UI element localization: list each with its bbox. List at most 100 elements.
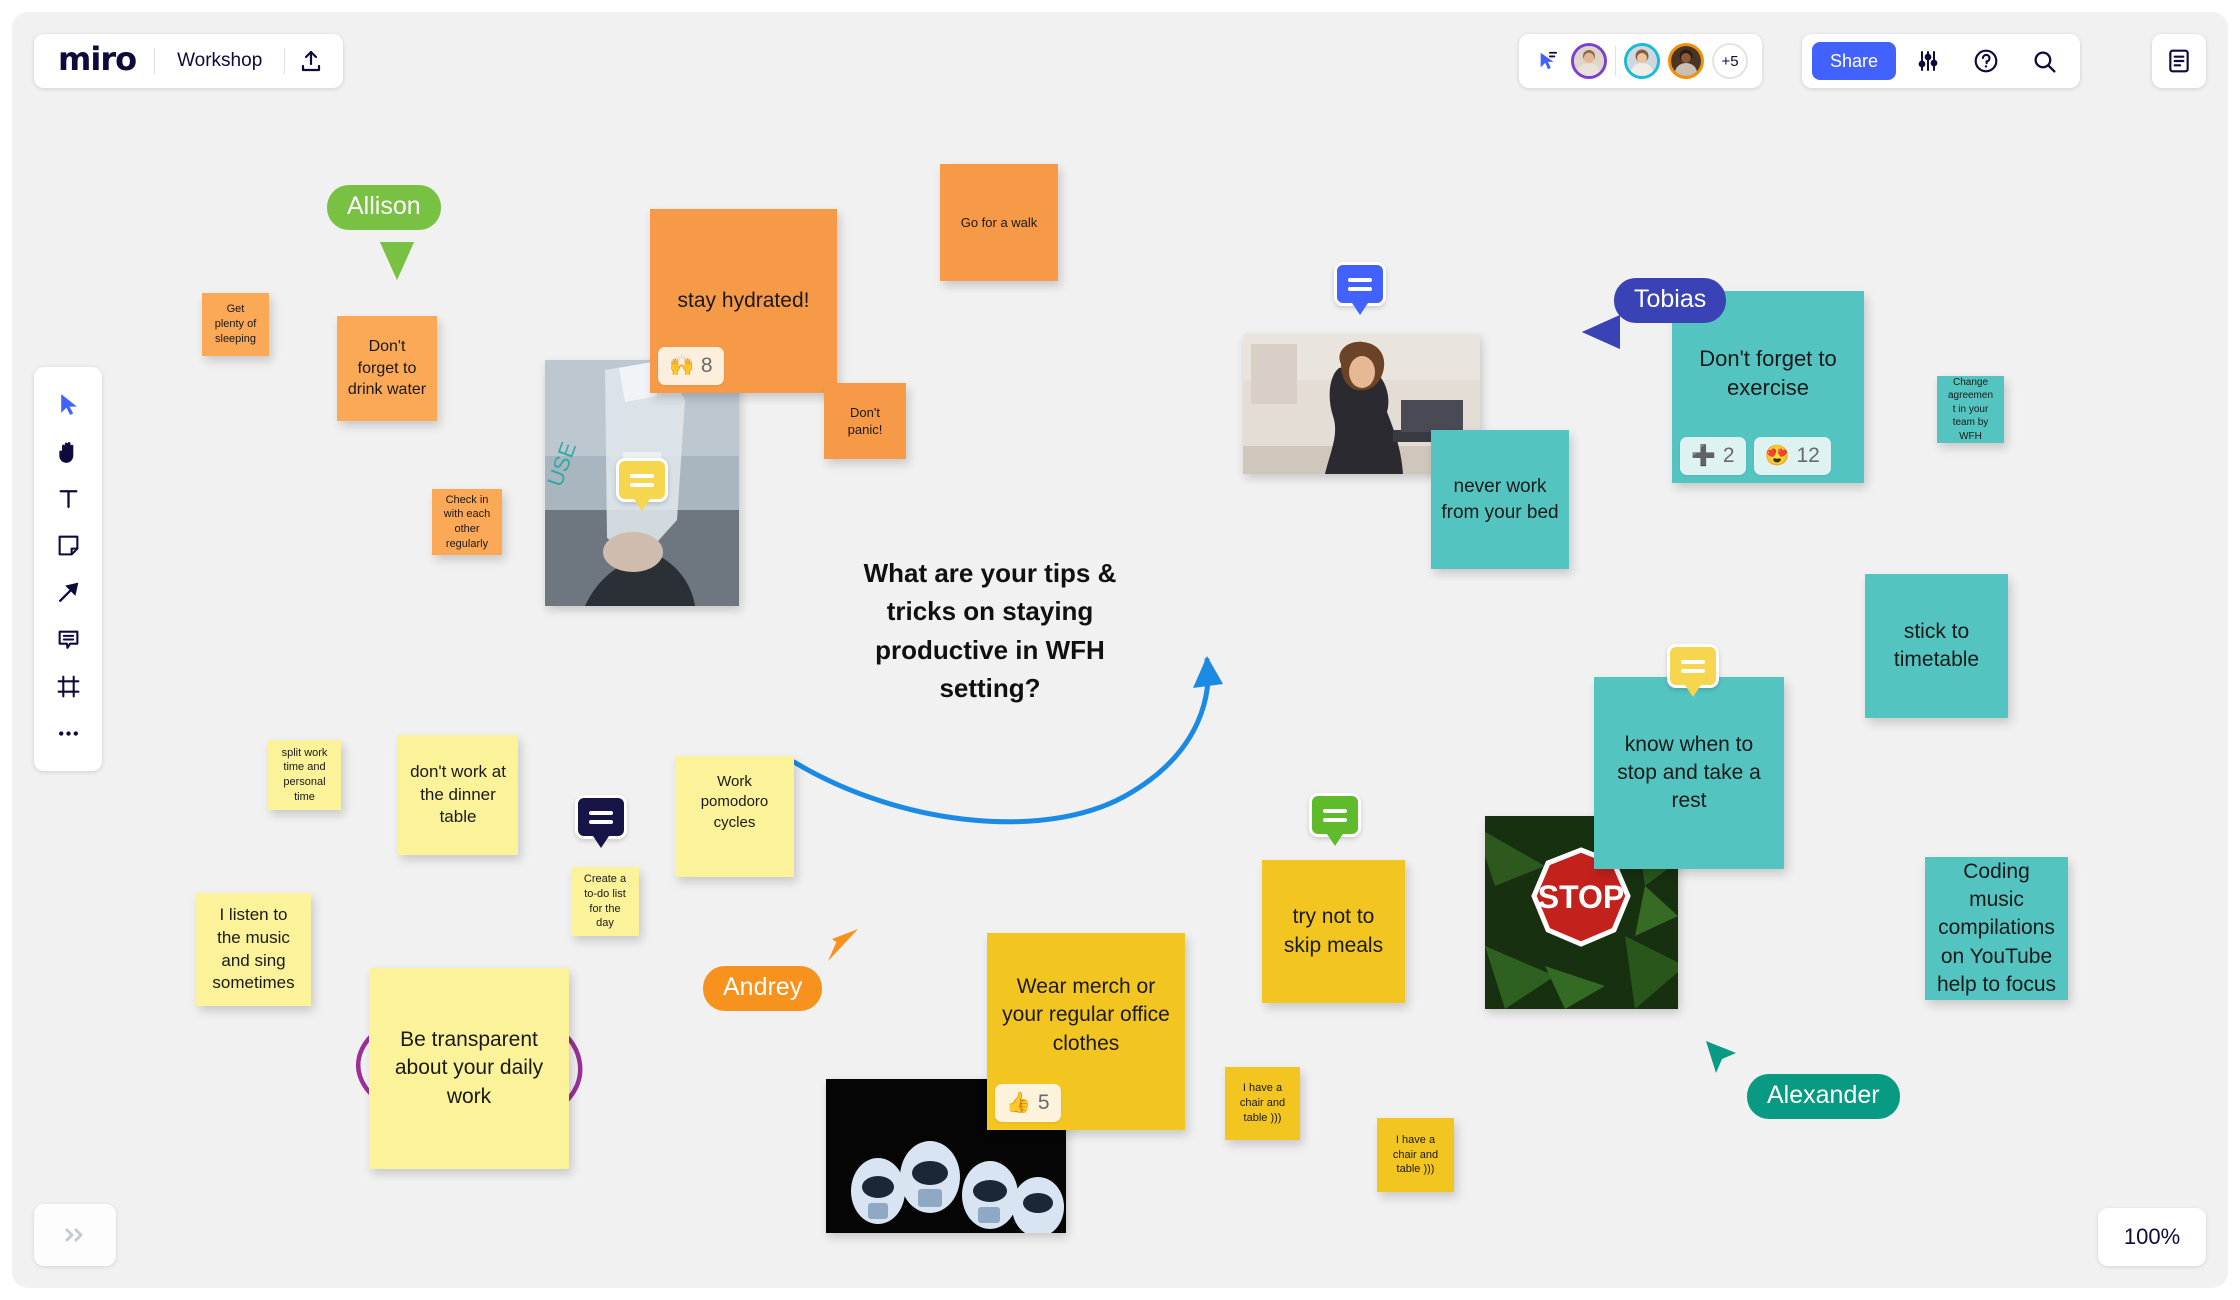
reaction-badge[interactable]: ➕ 2 [1680,436,1746,475]
sticky-note-wear-merch-office-clothes[interactable]: Wear merch or your regular office clothe… [987,933,1185,1130]
zoom-level-indicator[interactable]: 100% [2098,1208,2206,1266]
note-text: I have a chair and table ))) [1239,1082,1286,1124]
sticky-note-i-have-chair-table-1[interactable]: I have a chair and table ))) [1225,1067,1300,1140]
cursor-pointer-andrey [828,929,858,961]
comment-bubble-icon-know-when-stop[interactable] [1667,644,1719,688]
notes-panel-icon[interactable] [2152,34,2206,88]
cursor-name: Alexander [1767,1081,1880,1109]
sticky-note-dont-forget-drink-water[interactable]: Don't forget to drink water [337,316,437,421]
note-text: I listen to the music and sing sometimes [212,904,295,993]
sticky-note-get-plenty-sleeping[interactable]: Get plenty of sleeping [202,293,269,356]
note-text: stick to timetable [1893,619,1980,671]
miro-app: 19 USE [0,0,2240,1300]
stay-hydrated-reactions: 🙌 8 [658,346,724,385]
divider [1615,46,1616,76]
sticky-note-stay-hydrated[interactable]: stay hydrated! 🙌 8 [650,209,837,393]
cursor-label-tobias: Tobias [1614,278,1727,323]
board-actions-panel: Share [1801,34,2080,88]
sticky-note-work-pomodoro-cycles[interactable]: Work pomodoro cycles [675,756,794,877]
note-text: Be transparent about your daily work [394,1028,544,1108]
upload-icon[interactable] [285,35,337,87]
share-button[interactable]: Share [1811,42,1896,80]
help-circle-icon[interactable] [1960,35,2012,87]
comment-bubble-icon-water-image[interactable] [616,458,668,502]
note-text: split work time and personal time [281,746,328,803]
comment-bubble-icon-skip-meals[interactable] [1309,793,1361,837]
sticky-note-stick-to-timetable[interactable]: stick to timetable [1865,574,2008,718]
sticky-note-change-agreement-wfh[interactable]: Change agreement in your team by WFH [1937,376,2004,443]
note-text: Don't forget to exercise [1699,345,1837,400]
reaction-badge[interactable]: 😍 12 [1753,436,1831,475]
heart-eyes-emoji: 😍 [1764,444,1790,467]
page-title: What are your tips & tricks on staying p… [863,558,1117,704]
reaction-count: 2 [1722,443,1735,467]
sticky-note-i-have-chair-table-2[interactable]: I have a chair and table ))) [1377,1118,1454,1192]
dont-forget-exercise-reactions: ➕ 2 😍 12 [1680,436,1831,475]
sticky-note-create-todo-list[interactable]: Create a to-do list for the day [571,867,639,936]
sticky-note-never-work-from-bed[interactable]: never work from your bed [1431,430,1569,569]
sticky-note-split-work-personal-time[interactable]: split work time and personal time [268,740,341,810]
sticky-note-go-for-a-walk[interactable]: Go for a walk [940,164,1058,281]
sticky-note-dont-work-dinner-table[interactable]: don't work at the dinner table [398,735,518,855]
double-chevron-right-icon[interactable] [34,1204,116,1266]
note-text: Get plenty of sleeping [214,303,257,345]
note-text: Don't panic! [847,404,883,437]
cursor-arrow-icon[interactable] [34,381,102,428]
sticky-note-try-not-to-skip-meals[interactable]: try not to skip meals [1262,860,1405,1003]
avatar[interactable] [1571,43,1607,79]
sticky-note-icon[interactable] [34,522,102,569]
note-text: know when to stop and take a rest [1617,732,1761,813]
board-header-left: miro Workshop [34,34,344,88]
text-t-icon[interactable] [34,475,102,522]
comment-bubble-icon[interactable] [34,616,102,663]
cursor-pointer-allison [380,242,414,280]
sticky-note-dont-panic[interactable]: Don't panic! [824,383,906,459]
note-text: I have a chair and table ))) [1392,1133,1439,1176]
miro-logo[interactable]: miro [40,43,154,79]
note-text: try not to skip meals [1283,905,1384,957]
note-text: Check in with each other regularly [443,493,491,550]
note-text: Coding music compilations on YouTube hel… [1936,860,2057,996]
sticky-note-know-when-to-stop[interactable]: know when to stop and take a rest [1594,677,1784,869]
comment-bubble-icon-woman-image[interactable] [1334,262,1386,306]
note-text: Don't forget to drink water [347,338,427,399]
sticky-note-coding-music-youtube[interactable]: Coding music compilations on YouTube hel… [1925,857,2068,1000]
sticky-note-i-listen-to-music[interactable]: I listen to the music and sing sometimes [196,893,311,1006]
note-text: stay hydrated! [677,288,810,312]
tools-panel [34,367,102,771]
sticky-note-be-transparent-daily-work[interactable]: Be transparent about your daily work [369,968,569,1169]
reaction-badge[interactable]: 🙌 8 [658,346,724,385]
collaborators-panel: +5 [1519,34,1762,88]
svg-text:STOP: STOP [1538,879,1625,915]
note-text: don't work at the dinner table [410,761,506,827]
arrow-diagonal-icon[interactable] [34,569,102,616]
comment-bubble-icon-todo-list[interactable] [575,795,627,839]
cursor-name: Tobias [1634,285,1707,313]
zoom-value: 100% [2123,1224,2181,1249]
frame-icon[interactable] [34,663,102,710]
board-canvas[interactable]: 19 USE [12,12,2228,1288]
note-text: Go for a walk [960,214,1038,230]
reaction-badge[interactable]: 👍 5 [995,1083,1061,1122]
thumbs-up-emoji: 👍 [1006,1091,1031,1114]
reaction-count: 5 [1037,1090,1050,1114]
avatar[interactable] [1624,43,1660,79]
reaction-count: 12 [1796,443,1820,467]
reaction-count: 8 [700,353,713,377]
cursor-share-icon[interactable] [1533,50,1563,72]
cursor-pointer-alexander [1706,1041,1736,1073]
sticky-note-check-in-with-each-other[interactable]: Check in with each other regularly [432,489,502,555]
ellipsis-icon[interactable] [34,710,102,757]
cursor-label-alexander: Alexander [1747,1074,1900,1119]
plus-emoji: ➕ [1691,444,1716,467]
search-icon[interactable] [2018,35,2070,87]
cursor-name: Andrey [723,973,803,1001]
cursor-name: Allison [347,192,421,220]
avatar[interactable] [1668,43,1704,79]
note-text: Wear merch or your regular office clothe… [1002,975,1170,1055]
settings-sliders-icon[interactable] [1902,35,1954,87]
wear-merch-reactions: 👍 5 [995,1083,1061,1122]
board-title[interactable]: Workshop [155,50,284,72]
hand-icon[interactable] [34,428,102,475]
avatar-overflow-count[interactable]: +5 [1712,43,1748,79]
